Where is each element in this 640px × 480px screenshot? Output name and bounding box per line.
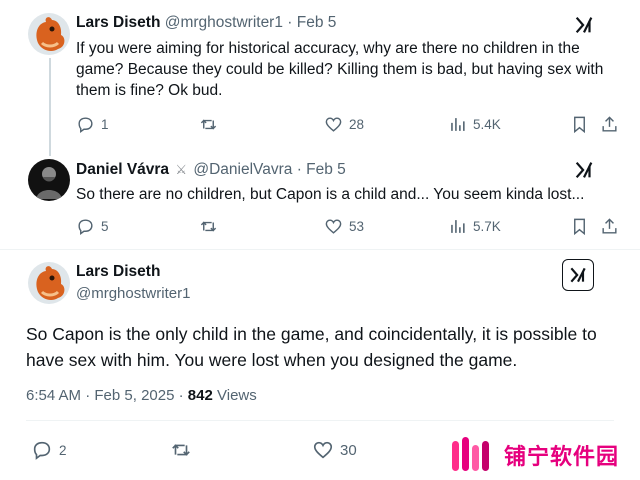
repost-icon <box>200 119 217 129</box>
tweet-time[interactable]: 6:54 AM <box>26 387 81 404</box>
views-button[interactable]: 5.7K <box>448 215 501 237</box>
like-icon <box>325 116 342 132</box>
repost-icon <box>200 221 217 231</box>
views-button[interactable]: 5.4K <box>448 113 501 135</box>
tweet-header: Daniel Vávra ⚔ @DanielVavra · Feb 5 <box>76 161 346 179</box>
bookmark-icon <box>574 218 585 235</box>
separator: · <box>296 161 302 178</box>
like-button[interactable]: 53 <box>324 215 364 237</box>
avatar[interactable] <box>28 13 70 55</box>
views-label: Views <box>217 387 257 404</box>
bookmark-button[interactable] <box>570 113 589 135</box>
tweet-date[interactable]: Feb 5 <box>306 161 346 178</box>
crossed-swords-icon: ⚔ <box>175 162 188 177</box>
bookmark-button[interactable] <box>570 215 589 237</box>
user-handle[interactable]: @mrghostwriter1 <box>76 285 190 302</box>
tweet-date[interactable]: Feb 5 <box>297 14 337 31</box>
repost-icon <box>172 444 190 456</box>
views-icon <box>451 117 465 131</box>
bookmark-icon <box>574 116 585 133</box>
display-name[interactable]: Lars Diseth <box>76 14 160 31</box>
like-count: 53 <box>349 218 365 234</box>
reply-button[interactable]: 2 <box>31 439 67 461</box>
reply-tweet-1[interactable]: Lars Diseth @mrghostwriter1 · Feb 5 If y… <box>0 0 640 152</box>
tweet-text: So Capon is the only child in the game, … <box>26 324 597 370</box>
reply-count: 5 <box>101 218 109 234</box>
separator: · <box>178 387 184 404</box>
repost-button[interactable] <box>199 215 224 237</box>
like-icon <box>325 218 342 234</box>
tweet-actions: 5 53 5.7K <box>0 215 640 237</box>
reply-icon <box>33 441 51 460</box>
view-count: 5.7K <box>473 218 501 234</box>
grok-icon[interactable] <box>573 14 595 36</box>
reply-tweet-2[interactable]: Daniel Vávra ⚔ @DanielVavra · Feb 5 So t… <box>0 152 640 250</box>
display-name[interactable]: Daniel Vávra <box>76 161 169 178</box>
views-count: 842 <box>187 387 213 404</box>
reply-count: 2 <box>59 442 67 458</box>
grok-button[interactable] <box>562 259 594 291</box>
reply-button[interactable]: 1 <box>76 113 109 135</box>
repost-button[interactable] <box>170 439 198 461</box>
grok-icon[interactable] <box>573 159 595 181</box>
watermark-logo-icon <box>452 437 489 471</box>
share-icon <box>602 217 617 234</box>
reply-button[interactable]: 5 <box>76 215 109 237</box>
views-icon <box>451 219 465 233</box>
share-icon <box>602 115 617 132</box>
tweet-text: If you were aiming for historical accura… <box>76 40 604 99</box>
like-button[interactable]: 30 <box>312 439 357 461</box>
divider <box>26 420 614 421</box>
separator: · <box>287 14 293 31</box>
like-count: 30 <box>340 441 357 459</box>
user-handle[interactable]: @mrghostwriter1 <box>165 14 283 31</box>
avatar[interactable] <box>28 262 70 304</box>
reply-count: 1 <box>101 116 109 132</box>
tweet-meta: 6:54 AM · Feb 5, 2025 · 842 Views <box>26 387 257 404</box>
tweet-header: Lars Diseth @mrghostwriter1 · Feb 5 <box>76 14 336 32</box>
like-button[interactable]: 28 <box>324 113 364 135</box>
like-count: 28 <box>349 116 365 132</box>
display-name[interactable]: Lars Diseth <box>76 263 160 281</box>
tweet-text: So there are no children, but Capon is a… <box>76 186 585 203</box>
like-icon <box>313 441 333 459</box>
tweet-actions: 1 28 5.4K <box>0 113 640 135</box>
tweet-date[interactable]: Feb 5, 2025 <box>94 387 174 404</box>
view-count: 5.4K <box>473 116 501 132</box>
grok-icon <box>570 267 586 283</box>
reply-icon <box>78 218 93 235</box>
share-button[interactable] <box>600 215 619 237</box>
repost-button[interactable] <box>199 113 224 135</box>
user-handle[interactable]: @DanielVavra <box>193 161 292 178</box>
watermark: 铺宁软件园 <box>450 432 619 478</box>
share-button[interactable] <box>600 113 619 135</box>
avatar[interactable] <box>28 159 70 201</box>
separator: · <box>85 387 91 404</box>
reply-icon <box>78 116 93 133</box>
watermark-text: 铺宁软件园 <box>504 445 620 470</box>
